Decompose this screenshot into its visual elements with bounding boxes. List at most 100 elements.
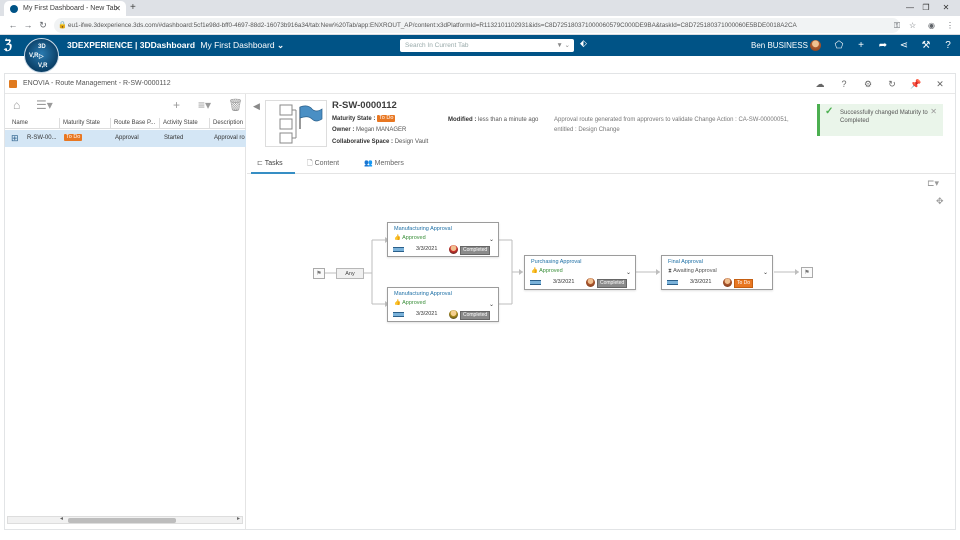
restore-icon[interactable]: ❐ — [916, 0, 936, 15]
task-date: 3/3/2021 — [416, 311, 438, 317]
task-node[interactable]: Manufacturing Approval 👍 Approved ⌄ 3/3/… — [387, 222, 499, 257]
route-icon: ⊞ — [11, 133, 19, 143]
home-icon[interactable]: ⌂ — [13, 98, 20, 112]
task-node[interactable]: Manufacturing Approval 👍 Approved ⌄ 3/3/… — [387, 287, 499, 322]
brand-label: 3DEXPERIENCE | 3DDashboard — [67, 40, 196, 50]
assignee-avatar — [586, 278, 595, 287]
lock-icon: 🔒 — [58, 22, 67, 29]
url-text: eu1-ifwe.3dexperience.3ds.com/#dashboard… — [68, 22, 797, 29]
task-state-badge: Completed — [460, 311, 491, 320]
browser-tabstrip: My First Dashboard - New Tab ✕ + — ❐ ✕ — [0, 0, 960, 16]
ds-logo-icon[interactable]: ℨ — [4, 37, 12, 53]
horizontal-scrollbar[interactable]: ◂ ▸ — [7, 516, 243, 524]
task-name: Purchasing Approval — [531, 259, 582, 265]
any-gateway: Any — [336, 268, 364, 279]
widget-header: ENOVIA - Route Management - R-SW-0000112… — [5, 74, 955, 94]
key-icon[interactable]: ⚿ — [894, 19, 900, 32]
task-date: 3/3/2021 — [553, 279, 575, 285]
col-maturity[interactable]: Maturity State — [60, 118, 111, 129]
help-icon[interactable]: ? — [837, 74, 851, 94]
task-date: 3/3/2021 — [416, 246, 438, 252]
list-toolbar: ⌂ ☰▾ + ≡▾ 🗑 — [5, 94, 246, 118]
user-name: Ben BUSINESS — [751, 41, 808, 50]
close-icon[interactable]: ✕ — [933, 74, 947, 94]
help-icon[interactable]: ? — [941, 35, 955, 56]
task-node[interactable]: Final Approval ⧗ Awaiting Approval ⌄ 3/3… — [661, 255, 773, 290]
task-name: Manufacturing Approval — [394, 226, 452, 232]
add-route-icon[interactable]: + — [173, 98, 180, 112]
pin-icon[interactable]: 📌 — [909, 74, 923, 94]
col-activity[interactable]: Activity State — [160, 118, 210, 129]
route-detail-panel: ◀ R-SW-0000112 Maturity State : To Do Ow… — [247, 94, 955, 530]
platform-brand[interactable]: 3DEXPERIENCE | 3DDashboard My First Dash… — [67, 35, 284, 56]
menu-icon[interactable]: ⋮ — [946, 19, 954, 32]
share-icon[interactable]: ➦ — [876, 35, 890, 56]
url-field[interactable]: 🔒 eu1-ifwe.3dexperience.3ds.com/#dashboa… — [54, 18, 900, 33]
add-icon[interactable]: + — [854, 35, 868, 56]
new-tab-button[interactable]: + — [130, 0, 136, 16]
user-menu[interactable]: Ben BUSINESS — [751, 35, 822, 56]
hourglass-icon: ⧗ — [668, 268, 672, 274]
settings-gear-icon[interactable]: ⚙ — [861, 74, 875, 94]
delete-icon[interactable]: 🗑 — [228, 98, 243, 112]
close-tab-icon[interactable]: ✕ — [114, 1, 121, 16]
forward-icon[interactable]: → — [21, 18, 35, 33]
browser-tab[interactable]: My First Dashboard - New Tab ✕ — [4, 1, 126, 16]
task-state-badge: Completed — [460, 246, 491, 255]
chevron-down-icon[interactable]: ⌄ — [489, 236, 494, 243]
col-route-base[interactable]: Route Base P... — [111, 118, 160, 129]
back-icon[interactable]: ← — [6, 18, 20, 33]
share-ideas-icon[interactable]: ⬠ — [832, 35, 846, 56]
row-name: R-SW-00... — [27, 135, 57, 141]
browser-tab-title: My First Dashboard - New Tab — [23, 5, 118, 12]
network-icon[interactable]: ⋖ — [897, 35, 911, 56]
list-header: Name Maturity State Route Base P... Acti… — [5, 118, 246, 129]
compass-top: 3D — [38, 44, 46, 50]
route-management-widget: ENOVIA - Route Management - R-SW-0000112… — [4, 73, 956, 530]
col-description[interactable]: Description — [210, 118, 246, 129]
star-icon[interactable]: ☆ — [909, 19, 916, 32]
chevron-down-icon[interactable]: ⌄ — [489, 301, 494, 308]
row-route-base: Approval — [115, 135, 139, 141]
tag-icon[interactable]: ⬖ — [580, 38, 587, 49]
chevron-down-icon[interactable]: ⌄ — [626, 269, 631, 276]
task-state-badge: To Do — [734, 279, 754, 288]
task-date: 3/3/2021 — [690, 279, 712, 285]
widget-title: ENOVIA - Route Management - R-SW-0000112 — [23, 80, 171, 87]
search-filter-icon[interactable]: ▼ ⌄ — [556, 39, 570, 52]
dashboard-name: My First Dashboard — [200, 40, 275, 50]
progress-icon — [667, 280, 678, 285]
thumbs-up-icon: 👍 — [531, 268, 538, 274]
list-actions-icon[interactable]: ≡▾ — [198, 98, 211, 112]
progress-icon — [393, 312, 404, 317]
table-row[interactable]: ⊞ R-SW-00... To Do Approval Started Appr… — [5, 130, 246, 147]
col-name[interactable]: Name — [9, 118, 60, 129]
reload-icon[interactable]: ↻ — [36, 18, 50, 33]
cloud-icon[interactable]: ☁ — [813, 74, 827, 94]
profile-icon[interactable]: ◉ — [928, 19, 935, 32]
row-description: Approval ro — [214, 135, 245, 141]
close-window-icon[interactable]: ✕ — [936, 0, 956, 15]
workflow-connectors — [325, 237, 799, 307]
user-avatar — [810, 40, 822, 52]
scroll-left-icon[interactable]: ◂ — [60, 515, 63, 522]
chevron-down-icon[interactable]: ⌄ — [763, 269, 768, 276]
thumbs-up-icon: 👍 — [394, 235, 401, 241]
progress-icon — [530, 280, 541, 285]
assignee-avatar — [449, 310, 458, 319]
refresh-icon[interactable]: ↻ — [885, 74, 899, 94]
end-flag-icon: ⚑ — [801, 267, 813, 278]
compass-bottom: V,R — [38, 63, 48, 69]
task-name: Manufacturing Approval — [394, 291, 452, 297]
favicon-icon — [10, 5, 18, 13]
list-view-icon[interactable]: ☰▾ — [36, 98, 53, 112]
tools-icon[interactable]: ⚒ — [919, 35, 933, 56]
compass-icon[interactable]: 3D V,R ▷ V,R — [24, 38, 59, 73]
task-status: 👍 Approved — [531, 268, 563, 274]
search-input[interactable]: Search In Current Tab ▼ ⌄ — [400, 39, 574, 52]
assignee-avatar — [449, 245, 458, 254]
route-list-panel: ⌂ ☰▾ + ≡▾ 🗑 Name Maturity State Route Ba… — [5, 94, 246, 530]
scroll-right-icon[interactable]: ▸ — [237, 515, 240, 522]
scroll-thumb[interactable] — [68, 518, 176, 523]
task-node[interactable]: Purchasing Approval 👍 Approved ⌄ 3/3/202… — [524, 255, 636, 290]
